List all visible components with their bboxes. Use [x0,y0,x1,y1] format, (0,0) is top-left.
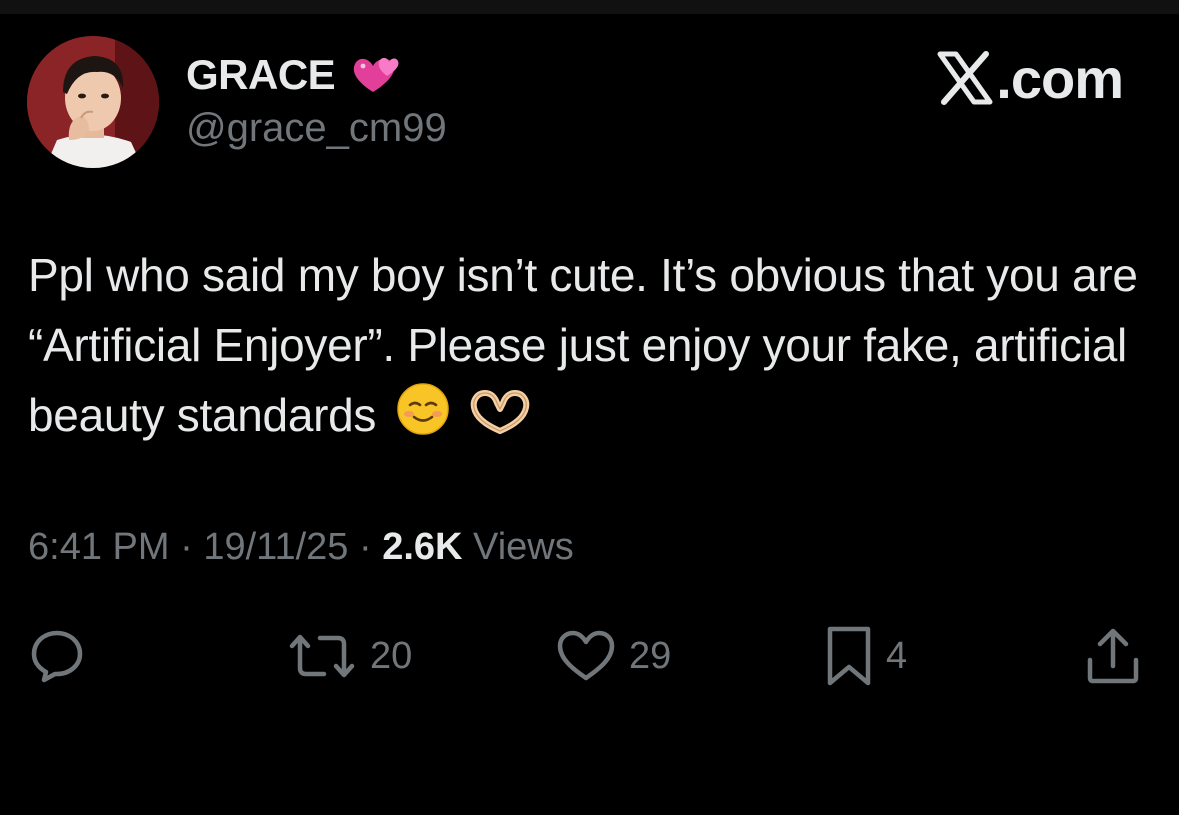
tweet-text: Ppl who said my boy isn’t cute. It’s obv… [28,240,1153,456]
retweet-button[interactable]: 20 [286,624,412,688]
retweet-icon [286,630,358,682]
handle[interactable]: @grace_cm99 [186,106,447,151]
brand-text: .com [996,46,1124,110]
display-name[interactable]: GRACE [186,51,336,99]
share-icon [1084,626,1142,686]
two-hearts-emoji-icon [349,52,401,98]
bookmark-button[interactable]: 4 [824,624,907,688]
like-button[interactable]: 29 [555,624,671,688]
tweet-meta: 6:41 PM · 19/11/25 · 2.6K Views [28,526,574,569]
tweet-body: Ppl who said my boy isn’t cute. It’s obv… [28,249,1138,441]
tweet-time[interactable]: 6:41 PM [28,526,170,568]
display-name-row: GRACE [186,50,401,100]
x-logo-icon [936,50,994,106]
reply-button[interactable] [28,624,98,688]
views-count: 2.6K [382,526,463,568]
share-button[interactable] [1084,624,1142,688]
avatar[interactable] [27,36,159,168]
tweet-date[interactable]: 19/11/25 [203,526,348,568]
heart-hands-emoji-icon [469,384,531,454]
heart-outline-icon [555,628,617,684]
bookmark-icon [824,625,874,687]
top-strip [0,0,1179,14]
retweet-count: 20 [370,634,413,677]
like-count: 29 [629,634,672,677]
brand-logo: .com [936,46,1124,110]
views-label: Views [462,526,574,568]
bookmark-count: 4 [886,634,908,677]
smiling-face-emoji-icon [395,381,451,456]
action-bar: 20 29 4 [0,624,1179,688]
reply-icon [28,627,86,685]
meta-separator: · [348,526,383,568]
meta-separator: · [169,526,204,568]
